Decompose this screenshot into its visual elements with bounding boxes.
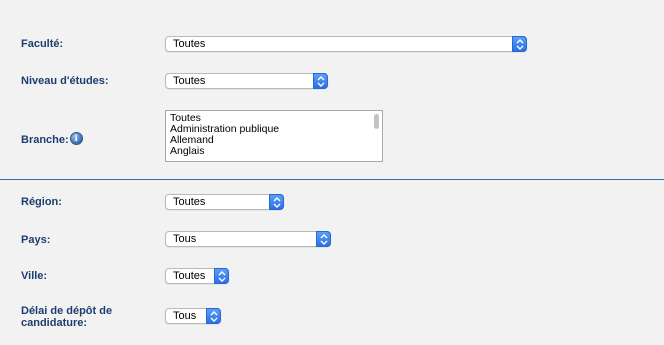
delai-label-line1: Délai de dépôt de <box>21 305 113 317</box>
branche-listbox[interactable]: Toutes Administration publique Allemand … <box>165 110 383 162</box>
branche-label-wrap: Branche: i <box>21 132 83 146</box>
ville-select[interactable]: Toutes <box>165 268 229 284</box>
info-icon[interactable]: i <box>69 132 83 145</box>
faculte-select[interactable]: Toutes <box>165 36 527 52</box>
delai-select[interactable]: Tous <box>165 308 221 324</box>
chevron-updown-icon <box>313 73 328 89</box>
faculte-select-value: Toutes <box>173 38 206 50</box>
chevron-updown-icon <box>512 36 527 52</box>
delai-label: Délai de dépôt de candidature: <box>21 305 112 329</box>
chevron-updown-icon <box>206 308 221 324</box>
niveau-label: Niveau d'études: <box>21 75 109 87</box>
chevron-updown-icon <box>214 268 229 284</box>
region-select-value: Toutes <box>173 196 206 208</box>
section-divider <box>0 179 664 180</box>
ville-label: Ville: <box>21 270 48 282</box>
chevron-updown-icon <box>269 194 284 210</box>
faculte-label: Faculté: <box>21 38 64 50</box>
pays-select[interactable]: Tous <box>165 231 331 247</box>
pays-label: Pays: <box>21 234 51 246</box>
branche-label: Branche: <box>21 134 69 146</box>
niveau-select[interactable]: Toutes <box>165 73 328 89</box>
region-select[interactable]: Toutes <box>165 194 284 210</box>
list-item[interactable]: Anglais <box>170 146 382 157</box>
region-label: Région: <box>21 196 62 208</box>
niveau-select-value: Toutes <box>173 75 206 87</box>
pays-select-value: Tous <box>173 233 197 245</box>
ville-select-value: Toutes <box>173 270 206 282</box>
listbox-scrollbar[interactable] <box>374 114 379 129</box>
chevron-updown-icon <box>316 231 331 247</box>
delai-label-line2: candidature: <box>21 317 88 329</box>
delai-select-value: Tous <box>173 310 197 322</box>
